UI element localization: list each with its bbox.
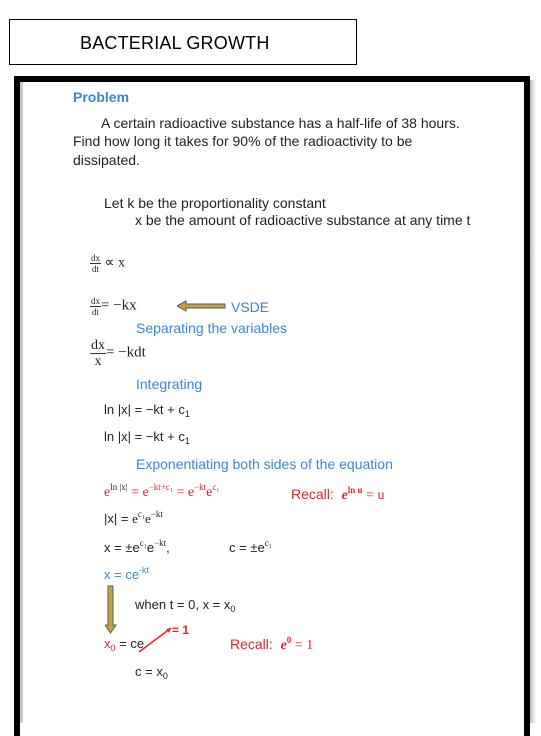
- cancel-strike-icon: [138, 627, 172, 653]
- abs-equation: |x| = ec₁e−kt: [104, 509, 163, 527]
- cancel-value: = 1: [172, 623, 190, 637]
- let-line: Let k be the proportionality constant: [104, 195, 326, 211]
- general-solution: x = ce-kt: [104, 565, 150, 583]
- let-line: x be the amount of radioactive substance…: [135, 212, 471, 228]
- ln-equation: ln |x| = −kt + c1: [104, 429, 190, 446]
- problem-heading: Problem: [73, 89, 130, 105]
- title-box: BACTERIAL GROWTH: [9, 19, 357, 65]
- initial-condition: when t = 0, x = x0: [135, 597, 236, 614]
- vsde-label: VSDE: [231, 299, 270, 315]
- frame-shadow: [20, 82, 23, 723]
- vsde-equation: dx dt = −kx: [90, 296, 137, 317]
- separated-equation: dx x = −kdt: [90, 338, 146, 369]
- problem-text-line: Find how long it takes for 90% of the ra…: [73, 133, 413, 149]
- recall-note: Recall: eln u = u: [291, 485, 385, 504]
- exponentiated-equation: eln |x| = e−kt+c₁ = e−ktec₁: [104, 482, 220, 501]
- plus-minus-equation: x = ±ec₁e−kt,: [104, 538, 170, 556]
- proportionality-equation: dx dt ∝ x: [90, 253, 126, 274]
- left-arrow-icon: [177, 300, 226, 312]
- problem-text-line: dissipated.: [73, 152, 140, 168]
- c-result: c = x0: [135, 664, 168, 681]
- integrating-note: Integrating: [136, 376, 203, 392]
- exponentiating-note: Exponentiating both sides of the equatio…: [136, 456, 393, 472]
- c-definition: c = ±ec₁: [229, 538, 272, 556]
- recall-note: Recall: e0 = 1: [230, 635, 314, 654]
- separating-note: Separating the variables: [136, 320, 287, 336]
- down-arrow-icon: [105, 585, 117, 634]
- ln-equation: ln |x| = −kt + c1: [104, 402, 190, 419]
- page-title: BACTERIAL GROWTH: [80, 33, 270, 53]
- problem-text-line: A certain radioactive substance has a ha…: [101, 115, 460, 131]
- frame-shadow: [530, 80, 536, 723]
